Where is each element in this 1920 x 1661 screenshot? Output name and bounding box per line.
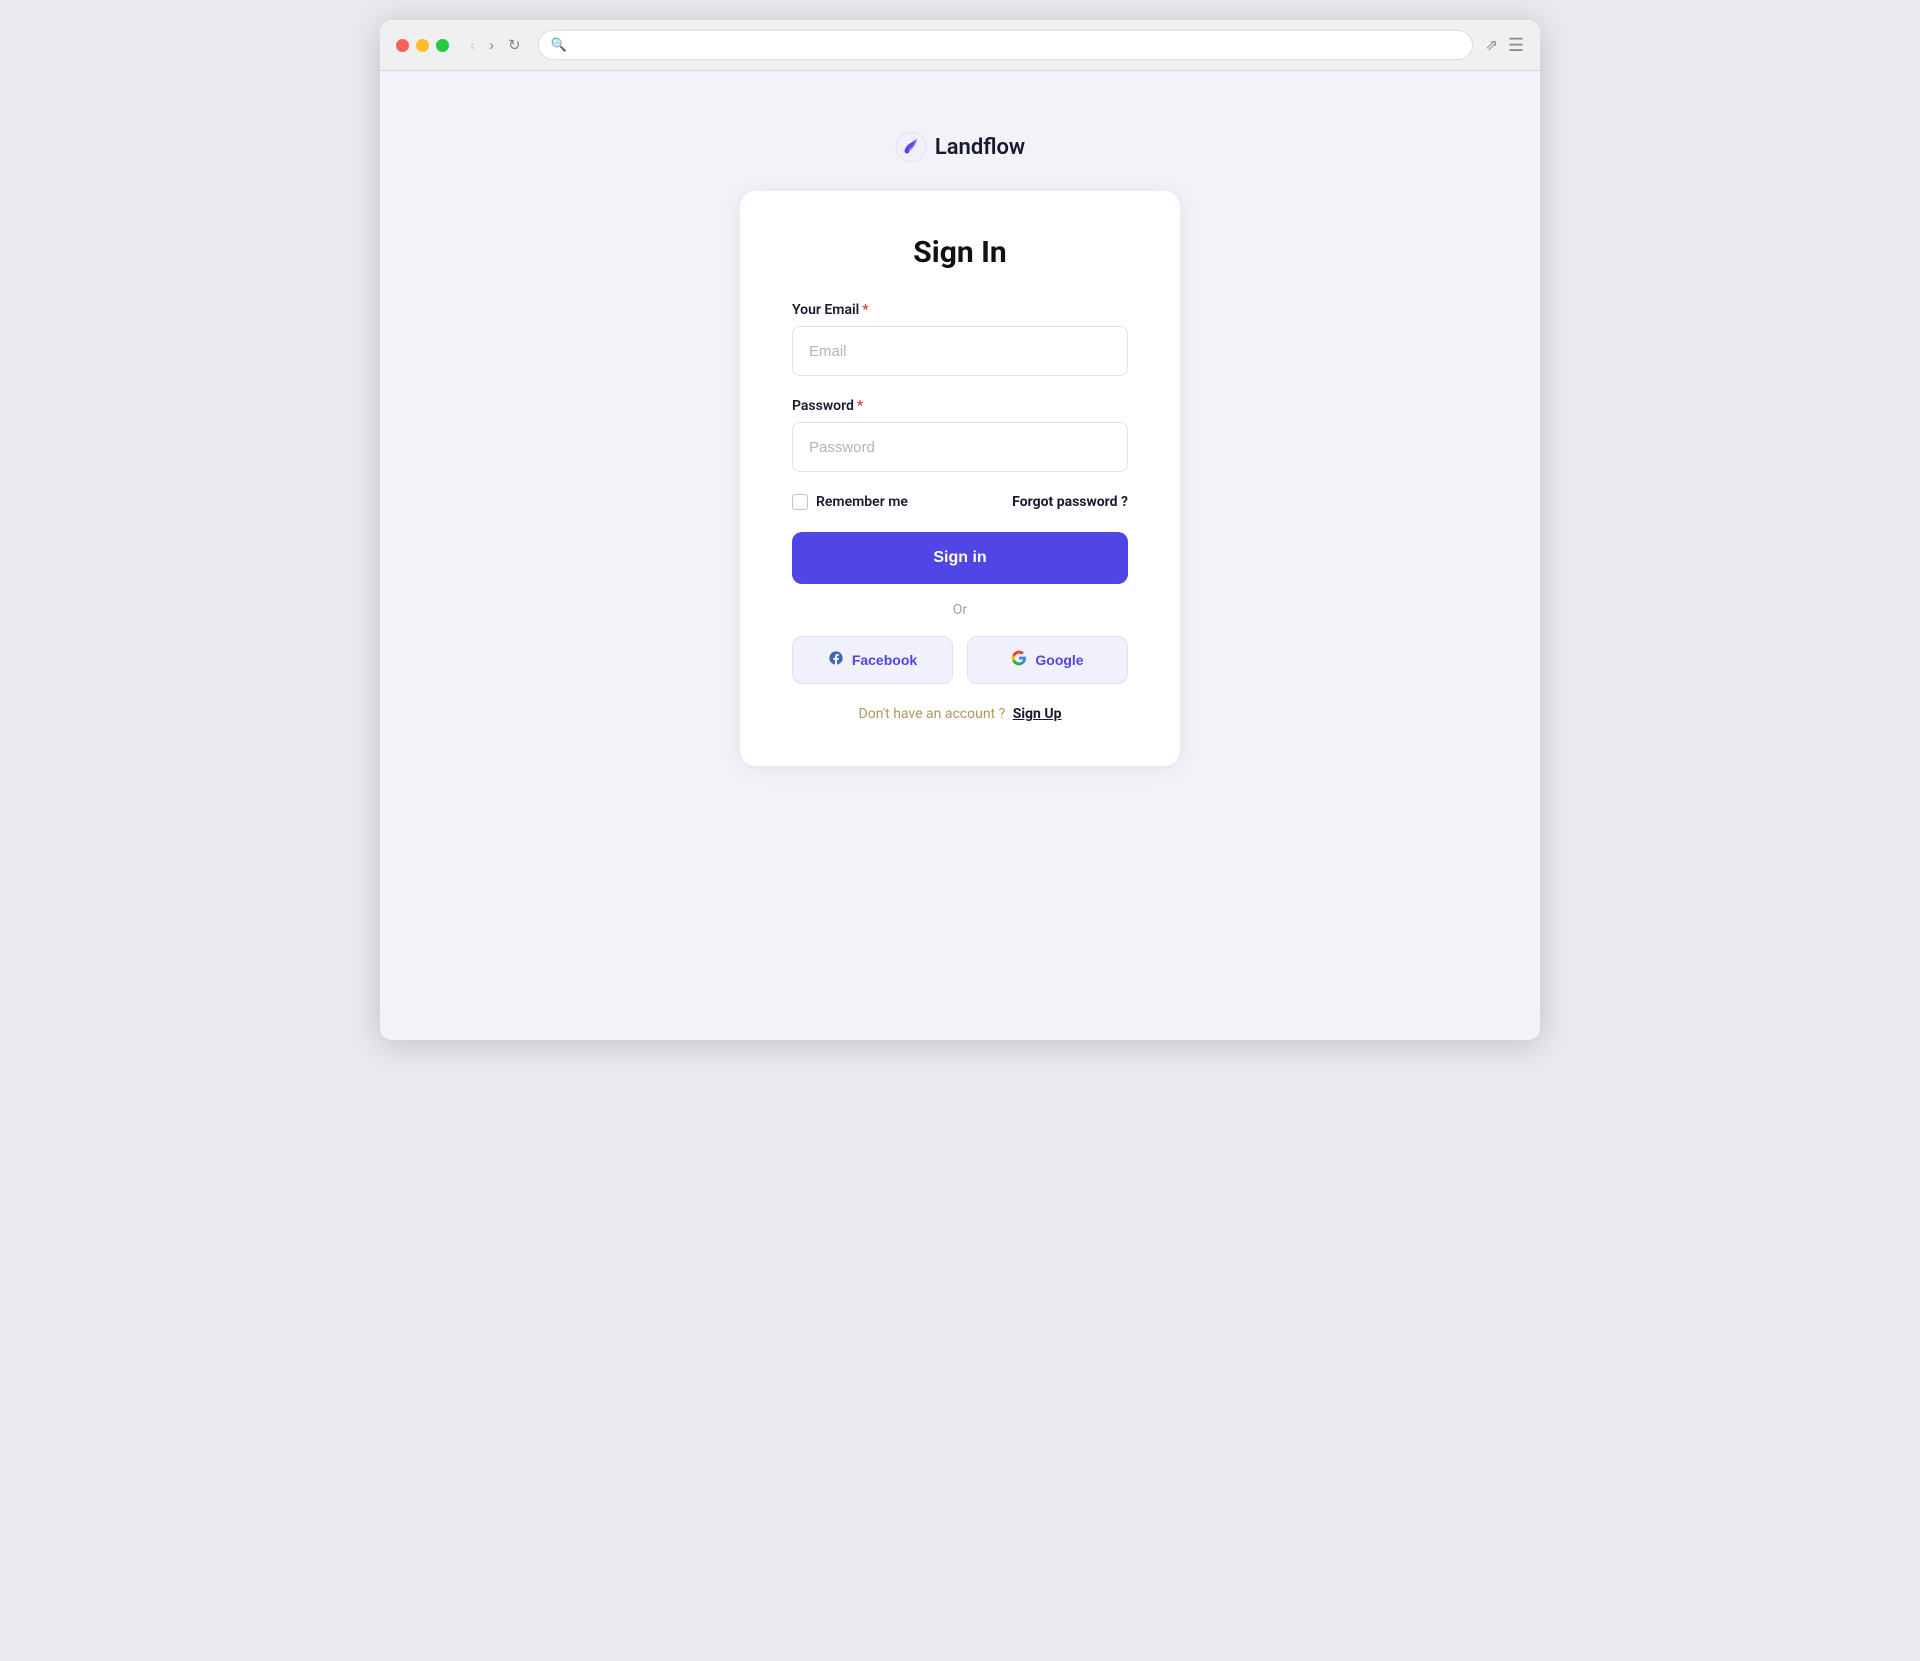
logo-text: Landflow [935, 135, 1025, 160]
google-button[interactable]: Google [967, 636, 1128, 684]
remember-me-label[interactable]: Remember me [816, 494, 908, 510]
signup-row: Don't have an account ? Sign Up [792, 706, 1128, 722]
or-divider: Or [792, 602, 1128, 618]
traffic-lights [396, 39, 449, 52]
logo-area: Landflow [895, 131, 1025, 163]
nav-refresh-button[interactable]: ↻ [503, 36, 526, 55]
address-bar: 🔍 [538, 30, 1474, 60]
landflow-logo-icon [895, 131, 927, 163]
menu-icon[interactable]: ☰ [1508, 35, 1524, 56]
password-required-star: * [857, 398, 863, 414]
remember-me-group: Remember me [792, 494, 908, 510]
nav-back-button[interactable]: ‹ [465, 36, 480, 55]
password-form-group: Password* [792, 398, 1128, 472]
email-required-star: * [862, 302, 868, 318]
facebook-icon [828, 650, 844, 671]
facebook-label: Facebook [852, 652, 917, 668]
signin-card: Sign In Your Email* Password* Remembe [740, 191, 1180, 766]
traffic-light-green[interactable] [436, 39, 449, 52]
expand-icon[interactable]: ⇗ [1485, 36, 1498, 54]
browser-toolbar: ‹ › ↻ 🔍 ⇗ ☰ [380, 20, 1540, 71]
no-account-text: Don't have an account ? [859, 706, 1006, 722]
email-form-group: Your Email* [792, 302, 1128, 376]
password-input[interactable] [792, 422, 1128, 472]
address-input[interactable] [575, 38, 1461, 53]
browser-actions: ⇗ ☰ [1485, 35, 1524, 56]
password-label: Password* [792, 398, 1128, 414]
traffic-light-red[interactable] [396, 39, 409, 52]
remember-me-checkbox[interactable] [792, 494, 808, 510]
browser-window: ‹ › ↻ 🔍 ⇗ ☰ Landflow Sign In [380, 20, 1540, 1040]
email-label: Your Email* [792, 302, 1128, 318]
nav-buttons: ‹ › ↻ [465, 36, 526, 55]
browser-content: Landflow Sign In Your Email* Password* [380, 71, 1540, 1011]
forgot-password-link[interactable]: Forgot password ? [1012, 494, 1128, 510]
google-icon [1011, 650, 1027, 670]
social-buttons: Facebook Google [792, 636, 1128, 684]
google-label: Google [1035, 652, 1083, 668]
page-title: Sign In [792, 235, 1128, 270]
signup-link[interactable]: Sign Up [1013, 706, 1062, 722]
facebook-button[interactable]: Facebook [792, 636, 953, 684]
signin-button[interactable]: Sign in [792, 532, 1128, 584]
email-input[interactable] [792, 326, 1128, 376]
search-icon: 🔍 [551, 38, 567, 53]
form-options-row: Remember me Forgot password ? [792, 494, 1128, 510]
traffic-light-yellow[interactable] [416, 39, 429, 52]
nav-forward-button[interactable]: › [484, 36, 499, 55]
